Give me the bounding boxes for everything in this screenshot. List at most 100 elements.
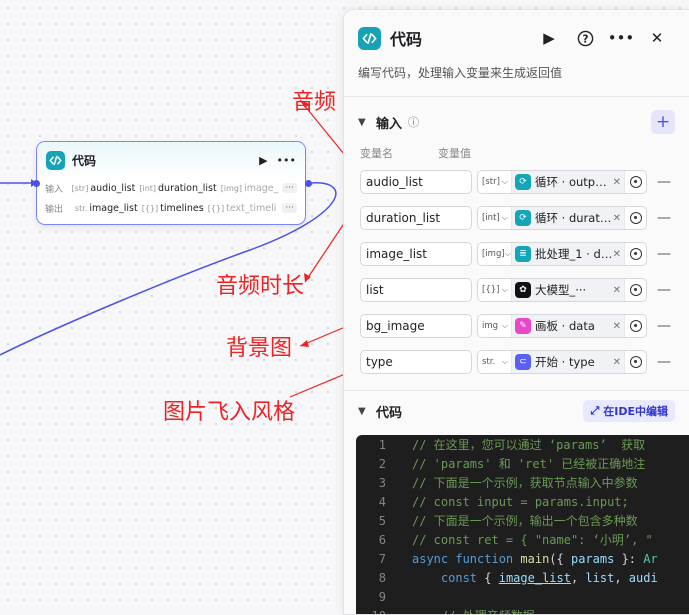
help-icon[interactable]: ? xyxy=(567,30,603,47)
clear-icon[interactable]: ✕ xyxy=(613,249,624,260)
reference-tag: ⟳ 循环 · outputList✕ xyxy=(512,171,624,193)
code-node[interactable]: 代码 ▶ ••• 输入 [str] audio_list [int] duratio… xyxy=(36,141,306,225)
remove-variable-button[interactable]: — xyxy=(657,246,671,262)
code-text: const { image_list, list, audi xyxy=(440,570,658,585)
more-icon[interactable]: ••• xyxy=(277,154,296,167)
run-icon[interactable]: ▶ xyxy=(259,154,267,167)
variable-picker-icon[interactable] xyxy=(624,243,646,265)
add-variable-button[interactable]: + xyxy=(651,110,675,134)
more-outputs[interactable]: ··· xyxy=(282,203,297,213)
variable-row: duration_list [int] ⌵ ⟳ 循环 · duration ✕ — xyxy=(344,200,689,236)
node-title: 代码 xyxy=(72,153,97,168)
output-chip: [{}] timelines xyxy=(141,202,204,214)
code-node-panel: 代码 ▶ ? ••• ✕ 编写代码，处理输入变量来生成返回值 ▼ 输入 ⓘ + … xyxy=(343,9,689,615)
code-text: // 处理音频数据 xyxy=(396,607,535,614)
line-number: 9 xyxy=(378,589,386,604)
chevron-down-icon: ⌵ xyxy=(501,213,508,222)
variable-name-input[interactable]: audio_list xyxy=(360,170,472,194)
reference-label: 画板 · data xyxy=(535,319,595,333)
variable-picker-icon[interactable] xyxy=(624,315,646,337)
variable-value-field[interactable]: img ⌵ ✎ 画板 · data ✕ xyxy=(477,314,647,338)
chevron-down-icon[interactable]: ▼ xyxy=(358,406,376,417)
variable-row: type str. ⌵ ⊂ 开始 · type ✕ — xyxy=(344,344,689,380)
remove-variable-button[interactable]: — xyxy=(657,210,671,226)
code-line: 4 // const input = params.input; xyxy=(356,492,689,511)
chevron-down-icon: ⌵ xyxy=(501,321,508,330)
variable-value-field[interactable]: str. ⌵ ⊂ 开始 · type ✕ xyxy=(477,350,647,374)
type-select[interactable]: img ⌵ xyxy=(478,315,512,337)
input-section-header: ▼ 输入 ⓘ + xyxy=(344,102,689,142)
input-port[interactable] xyxy=(33,180,40,187)
clear-icon[interactable]: ✕ xyxy=(613,285,624,296)
line-number: 1 xyxy=(378,437,386,452)
col-value-header: 变量值 xyxy=(438,147,471,160)
panel-description: 编写代码，处理输入变量来生成返回值 xyxy=(358,66,563,80)
svg-text:?: ? xyxy=(582,33,588,45)
variable-list: audio_list[str]⌵⟳循环 · outputList✕—durati… xyxy=(344,164,689,380)
variable-name-input[interactable]: bg_image xyxy=(360,314,472,338)
variable-picker-icon[interactable] xyxy=(624,171,646,193)
reference-label: 开始 · type xyxy=(535,355,595,369)
code-editor[interactable]: 1 // 在这里，您可以通过 ‘params’ 获取 2 // 'params' 和 … xyxy=(356,435,689,615)
llm-icon: ✿ xyxy=(515,282,531,298)
variable-value-field[interactable]: [str]⌵⟳ 循环 · outputList✕ xyxy=(477,170,647,194)
type-select[interactable]: [int] ⌵ xyxy=(478,207,512,229)
more-inputs[interactable]: ··· xyxy=(282,183,297,193)
type-select[interactable]: [str] ⌵ xyxy=(478,171,512,193)
panel-title: 代码 xyxy=(390,30,423,49)
reference-tag: ⟳ 循环 · duration ✕ xyxy=(512,207,624,229)
output-port[interactable] xyxy=(305,180,312,187)
info-icon[interactable]: ⓘ xyxy=(408,114,419,130)
remove-variable-button[interactable]: — xyxy=(657,354,671,370)
output-chip: [{}] text_timeli xyxy=(207,202,277,214)
type-select[interactable]: [img] ⌵ xyxy=(478,243,512,265)
clear-icon[interactable]: ✕ xyxy=(613,321,624,332)
board-icon: ✎ xyxy=(515,318,531,334)
close-icon[interactable]: ✕ xyxy=(639,29,675,47)
chevron-down-icon[interactable]: ▼ xyxy=(358,117,376,128)
chevron-down-icon: ⌵ xyxy=(501,357,508,366)
code-line: 1 // 在这里，您可以通过 ‘params’ 获取 xyxy=(356,435,689,454)
remove-variable-button[interactable]: — xyxy=(657,318,671,334)
edit-in-ide-button[interactable]: ⤢ 在IDE中编辑 xyxy=(583,400,675,422)
variable-name-input[interactable]: list xyxy=(360,278,472,302)
code-text: async function main({ params }: Ar xyxy=(412,551,658,566)
code-line: 9 xyxy=(356,587,689,606)
variable-row: bg_image img ⌵ ✎ 画板 · data ✕ — xyxy=(344,308,689,344)
variable-picker-icon[interactable] xyxy=(624,351,646,373)
code-line: 5 // 下面是一个示例，输出一个包含多种数 xyxy=(356,511,689,530)
variable-value-field[interactable]: [{}] ⌵ ✿ 大模型_··· ✕ xyxy=(477,278,647,302)
reference-label: 大模型_··· xyxy=(535,283,587,297)
line-number: 3 xyxy=(378,475,386,490)
variable-name-input[interactable]: image_list xyxy=(360,242,472,266)
code-line: 10 // 处理音频数据 xyxy=(356,606,689,615)
type-select[interactable]: str. ⌵ xyxy=(478,351,512,373)
node-outputs-row: 输出 str. image_list [{}] timelines [{}] text… xyxy=(37,198,305,218)
clear-icon[interactable]: ✕ xyxy=(613,357,624,368)
code-line: 2 // 'params' 和 'ret' 已经被正确地注 xyxy=(356,454,689,473)
type-select[interactable]: [{}] ⌵ xyxy=(478,279,512,301)
loop-icon: ⟳ xyxy=(515,210,531,226)
reference-tag: ✿ 大模型_··· ✕ xyxy=(512,279,624,301)
remove-variable-button[interactable]: — xyxy=(657,174,671,190)
output-chip: str. image_list xyxy=(75,202,138,214)
variable-value-field[interactable]: [img] ⌵ ≣ 批处理_1 · data ✕ xyxy=(477,242,647,266)
variable-value-field[interactable]: [int] ⌵ ⟳ 循环 · duration ✕ xyxy=(477,206,647,230)
remove-variable-button[interactable]: — xyxy=(657,282,671,298)
code-icon xyxy=(358,26,381,50)
reference-tag: ≣ 批处理_1 · data ✕ xyxy=(512,243,624,265)
code-line: 7 async function main({ params }: Ar xyxy=(356,549,689,568)
variable-row: audio_list [str]⌵⟳ 循环 · outputList✕ — xyxy=(344,164,689,200)
clear-icon[interactable]: ✕ xyxy=(613,177,624,188)
clear-icon[interactable]: ✕ xyxy=(613,213,624,224)
variable-picker-icon[interactable] xyxy=(624,279,646,301)
panel-header: 代码 ▶ ? ••• ✕ xyxy=(344,10,689,66)
line-number: 5 xyxy=(378,513,386,528)
reference-label: 批处理_1 · data xyxy=(535,247,613,261)
variable-name-input[interactable]: type xyxy=(360,350,472,374)
more-icon[interactable]: ••• xyxy=(603,29,639,47)
variable-name-input[interactable]: duration_list xyxy=(360,206,472,230)
variable-picker-icon[interactable] xyxy=(624,207,646,229)
input-section-title: 输入 xyxy=(376,116,403,132)
run-icon[interactable]: ▶ xyxy=(531,29,567,47)
